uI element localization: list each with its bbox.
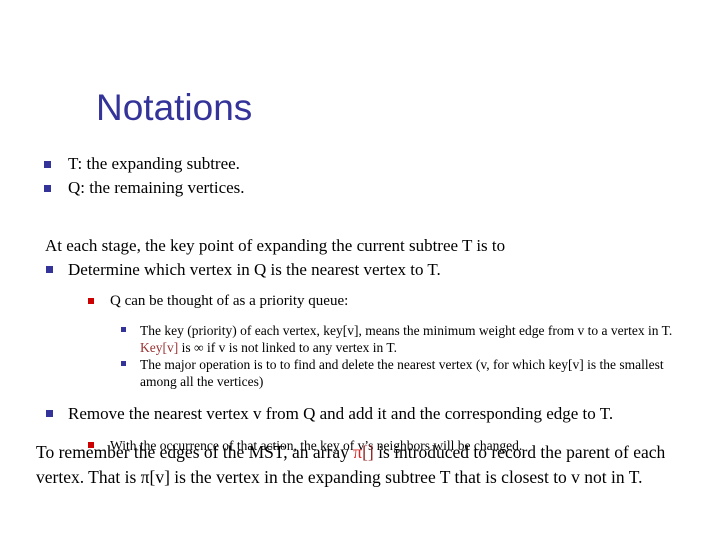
list-item: Q: the remaining vertices. bbox=[0, 176, 720, 200]
list-item-label: Q can be thought of as a priority queue: bbox=[110, 293, 349, 309]
bullet-square-icon bbox=[121, 327, 126, 332]
list-item-label: Determine which vertex in Q is the neare… bbox=[68, 260, 441, 279]
list-item-label: Remove the nearest vertex v from Q and a… bbox=[68, 404, 614, 423]
stage-intro-text: At each stage, the key point of expandin… bbox=[0, 234, 720, 258]
closing-paragraph: To remember the edges of the MST, an arr… bbox=[36, 440, 696, 490]
list-item: Remove the nearest vertex v from Q and a… bbox=[0, 402, 720, 425]
list-item-label: T: the expanding subtree. bbox=[68, 154, 240, 173]
slide-canvas: Notations T: the expanding subtree. Q: t… bbox=[0, 0, 720, 540]
pi-brackets: [] bbox=[362, 442, 374, 462]
bullet-square-icon bbox=[46, 410, 53, 417]
stage-intro-label: At each stage, the key point of expandin… bbox=[45, 236, 506, 255]
list-item-label: Q: the remaining vertices. bbox=[68, 178, 245, 197]
detail-accent-keyv: Key[v] bbox=[140, 340, 179, 355]
bullet-square-icon bbox=[44, 185, 51, 192]
closing-part1: To remember the edges of the MST, an arr… bbox=[36, 442, 354, 462]
list-item: T: the expanding subtree. bbox=[0, 152, 720, 176]
pi-symbol: π bbox=[353, 442, 363, 462]
detail-text-part1: The major operation is to to find and de… bbox=[140, 357, 664, 389]
bullet-square-icon bbox=[46, 266, 53, 273]
page-title: Notations bbox=[96, 87, 253, 128]
list-item: The key (priority) of each vertex, key[v… bbox=[0, 322, 720, 356]
slide-body: T: the expanding subtree. Q: the remaini… bbox=[0, 152, 720, 457]
list-item: Determine which vertex in Q is the neare… bbox=[0, 258, 720, 281]
bullet-square-icon bbox=[121, 361, 126, 366]
detail-text-part2: is ∞ if v is not linked to any vertex in… bbox=[178, 340, 397, 355]
detail-text-part1: The key (priority) of each vertex, key[v… bbox=[140, 323, 673, 338]
list-item: Q can be thought of as a priority queue: bbox=[0, 291, 720, 312]
bullet-square-icon bbox=[88, 298, 94, 304]
bullet-square-icon bbox=[44, 161, 51, 168]
list-item: The major operation is to to find and de… bbox=[0, 356, 720, 390]
